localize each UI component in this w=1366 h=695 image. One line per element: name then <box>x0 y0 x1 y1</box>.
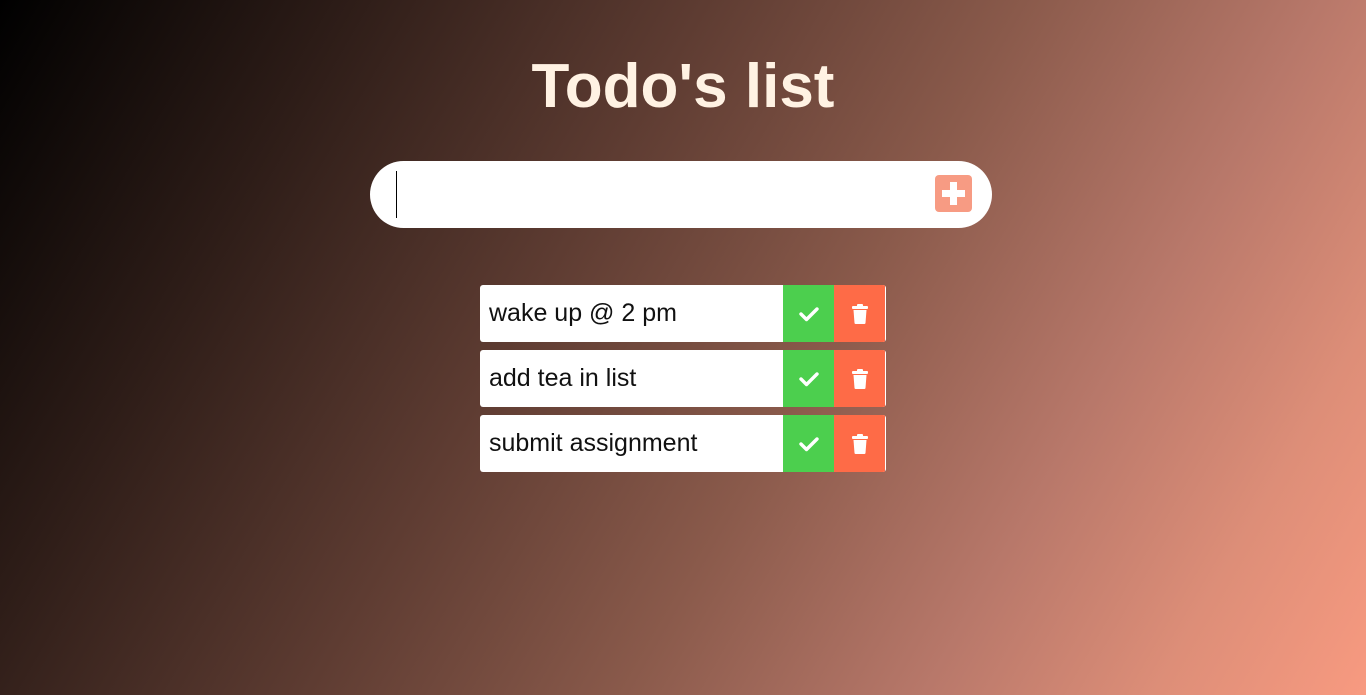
delete-button[interactable] <box>834 350 885 407</box>
delete-button[interactable] <box>834 415 885 472</box>
trash-icon <box>851 303 868 324</box>
todo-text: wake up @ 2 pm <box>489 299 677 327</box>
todo-item: add tea in list <box>480 350 886 407</box>
todo-item: wake up @ 2 pm <box>480 285 886 342</box>
todo-text: add tea in list <box>489 364 637 392</box>
todo-text: submit assignment <box>489 429 698 457</box>
trash-icon <box>851 433 868 454</box>
text-caret <box>396 171 397 218</box>
check-icon <box>798 371 819 386</box>
add-todo-button[interactable] <box>935 175 972 212</box>
check-icon <box>798 436 819 451</box>
todo-input-bar <box>370 161 992 228</box>
todo-item: submit assignment <box>480 415 886 472</box>
trash-icon <box>851 368 868 389</box>
todo-list: wake up @ 2 pm add tea in list submit as… <box>480 285 886 480</box>
check-icon <box>798 306 819 321</box>
page-title: Todo's list <box>531 52 835 121</box>
complete-button[interactable] <box>783 415 834 472</box>
complete-button[interactable] <box>783 285 834 342</box>
complete-button[interactable] <box>783 350 834 407</box>
delete-button[interactable] <box>834 285 885 342</box>
